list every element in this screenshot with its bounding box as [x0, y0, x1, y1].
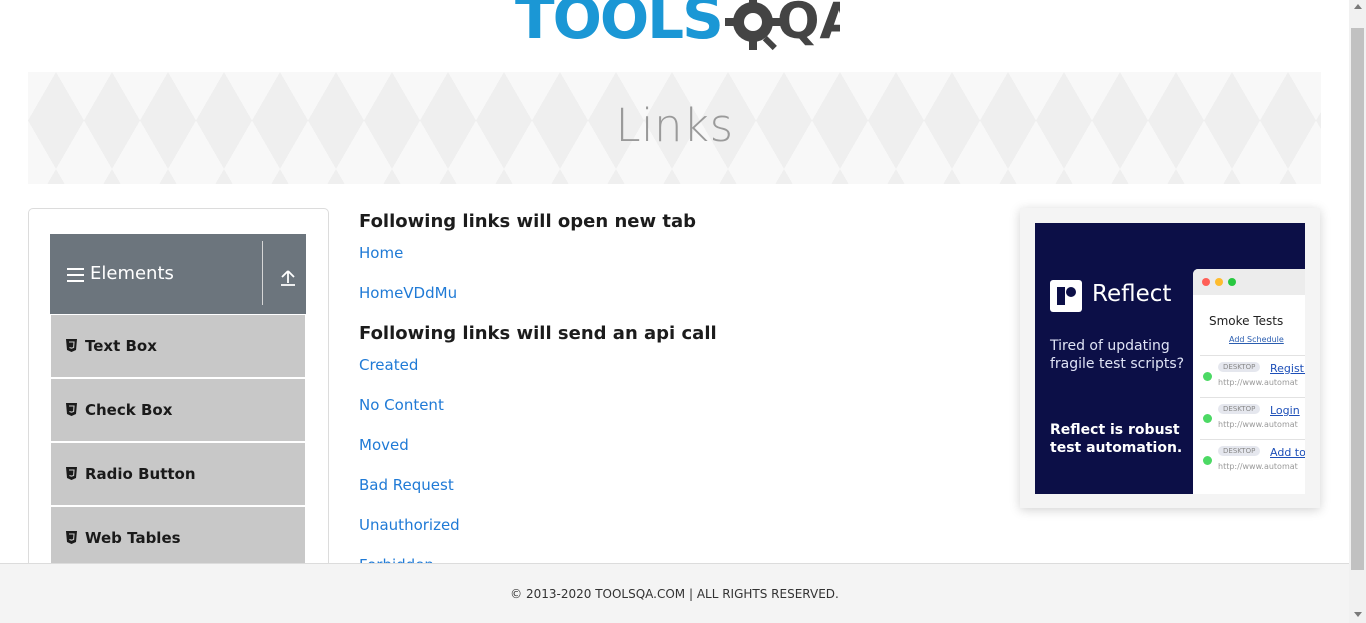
sidebar-item-label: Radio Button	[85, 465, 196, 483]
left-panel: Elements Text Box Check Box Radio Button…	[28, 208, 329, 588]
ad-test-row: DESKTOP Login http://www.automat	[1200, 397, 1305, 437]
suite-title: Smoke Tests	[1209, 314, 1284, 328]
html5-icon	[66, 467, 77, 480]
test-name: Registr	[1270, 362, 1305, 375]
moved-link[interactable]: Moved	[359, 436, 409, 454]
test-url: http://www.automat	[1218, 420, 1298, 429]
home-link[interactable]: Home	[359, 244, 403, 262]
sidebar-item-label: Check Box	[85, 401, 173, 419]
html5-icon	[66, 531, 77, 544]
api-call-heading: Following links will send an api call	[359, 323, 717, 344]
add-schedule-link: Add Schedule	[1229, 335, 1284, 344]
test-name: Add to	[1270, 446, 1305, 459]
scrollbar-thumb[interactable]	[1351, 28, 1364, 570]
no-content-link[interactable]: No Content	[359, 396, 444, 414]
test-url: http://www.automat	[1218, 462, 1298, 471]
group-label: Elements	[90, 263, 174, 284]
test-url: http://www.automat	[1218, 378, 1298, 387]
toolsqa-logo[interactable]: TOOLS QA	[515, 0, 840, 62]
ad-brand: Reflect	[1092, 281, 1172, 307]
logo-text-tools: TOOLS	[515, 0, 722, 52]
reflect-advertisement[interactable]: Reflect Tired of updating fragile test s…	[1020, 208, 1320, 508]
collapse-arrow-icon[interactable]	[278, 268, 298, 288]
page-banner: Links	[28, 72, 1321, 184]
close-dot-icon	[1202, 278, 1210, 286]
created-link[interactable]: Created	[359, 356, 418, 374]
scroll-up-arrow-icon[interactable]	[1354, 4, 1362, 9]
unauthorized-link[interactable]: Unauthorized	[359, 516, 460, 534]
ad-tagline: Tired of updating fragile test scripts?	[1050, 338, 1185, 372]
dynamic-home-link[interactable]: HomeVDdMu	[359, 284, 457, 302]
sidebar-item-check-box[interactable]: Check Box	[51, 379, 305, 441]
sidebar-item-radio-button[interactable]: Radio Button	[51, 443, 305, 505]
ad-test-row: DESKTOP Registr http://www.automat	[1200, 355, 1305, 395]
platform-tag: DESKTOP	[1218, 362, 1261, 372]
elements-group-header[interactable]: Elements	[50, 234, 306, 314]
sidebar-item-web-tables[interactable]: Web Tables	[51, 507, 305, 569]
sidebar-item-label: Web Tables	[85, 529, 181, 547]
scroll-down-arrow-icon[interactable]	[1354, 612, 1362, 617]
new-tab-heading: Following links will open new tab	[359, 211, 697, 232]
minimize-dot-icon	[1215, 278, 1223, 286]
links-content: Following links will open new tab Home H…	[359, 208, 999, 568]
maximize-dot-icon	[1228, 278, 1236, 286]
ad-app-preview: Smoke Tests Add Schedule DESKTOP Registr…	[1193, 269, 1305, 494]
platform-tag: DESKTOP	[1218, 404, 1261, 414]
hamburger-icon	[67, 268, 84, 282]
status-dot-icon	[1203, 414, 1212, 423]
ad-creative[interactable]: Reflect Tired of updating fragile test s…	[1035, 223, 1305, 494]
platform-tag: DESKTOP	[1218, 446, 1261, 456]
page-title: Links	[615, 99, 734, 152]
ad-cta: Reflect is robust test automation.	[1050, 422, 1183, 456]
html5-icon	[66, 339, 77, 352]
test-name: Login	[1270, 404, 1300, 417]
vertical-scrollbar[interactable]	[1349, 0, 1366, 623]
ad-test-row: DESKTOP Add to http://www.automat	[1200, 439, 1305, 479]
reflect-logo-icon	[1050, 280, 1082, 312]
sidebar-item-label: Text Box	[85, 337, 157, 355]
page-footer: © 2013-2020 TOOLSQA.COM | ALL RIGHTS RES…	[0, 563, 1349, 623]
copyright-text: © 2013-2020 TOOLSQA.COM | ALL RIGHTS RES…	[510, 587, 839, 601]
gear-icon	[725, 0, 781, 51]
bad-request-link[interactable]: Bad Request	[359, 476, 454, 494]
status-dot-icon	[1203, 456, 1212, 465]
sidebar-item-text-box[interactable]: Text Box	[51, 315, 305, 377]
logo-text-qa: QA	[777, 0, 840, 50]
header-divider	[262, 241, 263, 305]
html5-icon	[66, 403, 77, 416]
status-dot-icon	[1203, 372, 1212, 381]
window-titlebar	[1193, 269, 1305, 295]
